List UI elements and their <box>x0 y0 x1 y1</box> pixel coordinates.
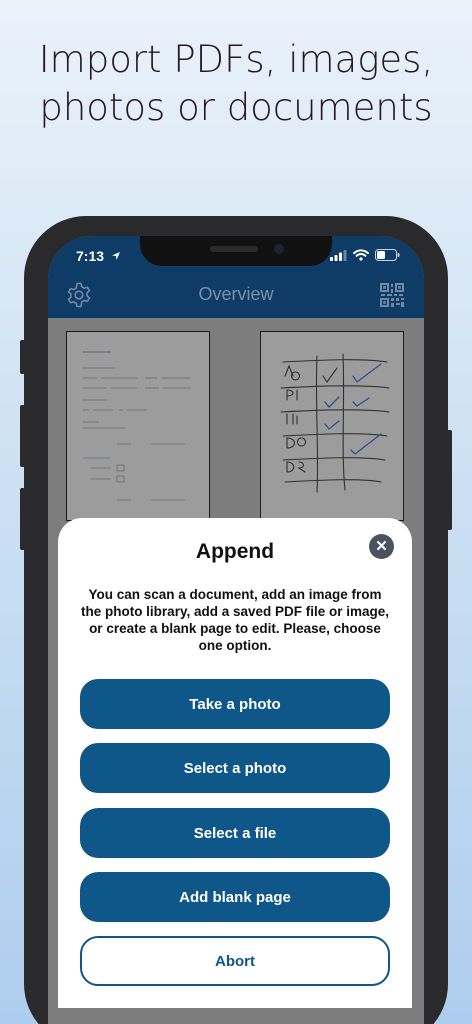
handwritten-table-graphic <box>280 353 390 493</box>
phone-screen: 7:13 Overview Append ✕ You can scan a do… <box>48 236 424 1024</box>
battery-icon <box>375 249 400 261</box>
select-photo-button[interactable]: Select a photo <box>80 743 390 793</box>
front-camera <box>274 244 284 254</box>
promo-headline: Import PDFs, images, photos or documents <box>0 36 472 132</box>
dialog-title: Append <box>195 540 275 563</box>
phone-mute-switch <box>20 340 25 374</box>
dialog-description: You can scan a document, add an image fr… <box>80 587 390 653</box>
location-arrow-icon <box>111 252 120 260</box>
headline-line-1: Import PDFs, images, <box>38 38 434 81</box>
speaker-grille <box>210 246 258 252</box>
select-file-button[interactable]: Select a file <box>80 808 390 858</box>
phone-power-button <box>447 430 452 530</box>
status-icons <box>330 249 400 261</box>
notch <box>140 236 332 266</box>
close-icon: ✕ <box>375 538 388 555</box>
abort-button[interactable]: Abort <box>80 936 390 986</box>
status-time-text: 7:13 <box>76 248 105 264</box>
phone-volume-up <box>20 405 25 467</box>
nav-title: Overview <box>198 284 274 304</box>
phone-volume-down <box>20 488 25 550</box>
cellular-signal-icon <box>330 249 347 261</box>
navigation-bar: 7:13 Overview <box>48 236 424 318</box>
append-dialog: Append ✕ You can scan a document, add an… <box>58 518 412 1008</box>
take-photo-button[interactable]: Take a photo <box>80 679 390 729</box>
document-thumbnail-handwritten[interactable] <box>260 331 404 521</box>
add-blank-page-button[interactable]: Add blank page <box>80 872 390 922</box>
document-thumbnail-form[interactable] <box>66 331 210 521</box>
headline-line-2: photos or documents <box>39 86 433 129</box>
qr-code-icon[interactable] <box>380 283 404 307</box>
form-preview-graphic <box>83 351 191 501</box>
status-time: 7:13 <box>76 248 121 264</box>
wifi-icon <box>353 249 369 261</box>
close-button[interactable]: ✕ <box>369 534 394 559</box>
